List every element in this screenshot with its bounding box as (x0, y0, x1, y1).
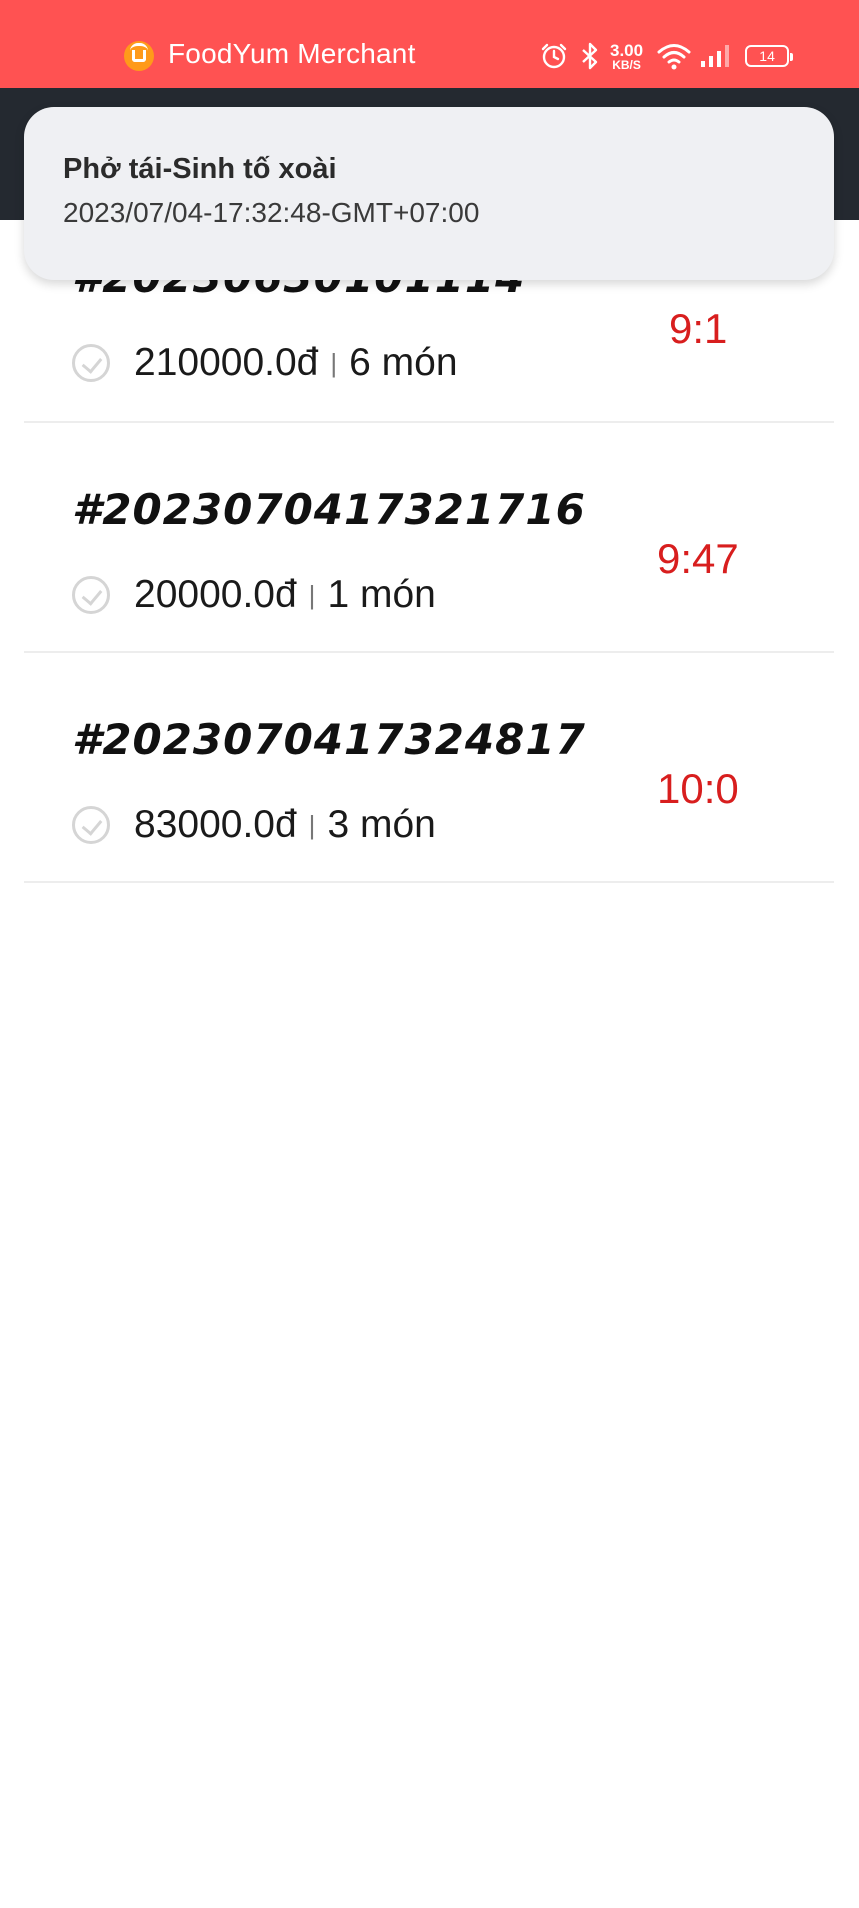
separator: | (330, 347, 338, 378)
network-speed-value: 3.00 (610, 40, 644, 60)
order-id: #2023070417324817 (72, 715, 586, 764)
check-circle-icon (72, 806, 110, 844)
order-timer: 10:0 (657, 765, 739, 812)
order-item-count: 6 món (349, 341, 458, 384)
notification-body: 2023/07/04-17:32:48-GMT+07:00 (63, 197, 480, 228)
order-timer: 9:47 (657, 535, 739, 582)
battery-icon: 14 (745, 45, 794, 67)
order-price: 83000.0đ (134, 803, 297, 846)
order-item-count: 3 món (327, 803, 436, 846)
order-price: 20000.0đ (134, 573, 297, 616)
order-id: #2023070417321716 (72, 485, 586, 534)
notification-title: Phở tái-Sinh tố xoài (63, 153, 337, 185)
check-circle-icon (72, 576, 110, 614)
order-timer: 9:1 (669, 305, 728, 352)
network-speed-unit: KB/S (612, 57, 641, 72)
order-meta: 83000.0đ | 3 món (72, 803, 436, 847)
order-meta: 210000.0đ | 6 món (72, 341, 458, 385)
separator: | (308, 809, 316, 840)
signal-icon (701, 45, 730, 67)
wifi-icon (657, 44, 691, 70)
alarm-icon (541, 43, 567, 69)
notification-banner[interactable]: Phở tái-Sinh tố xoài 2023/07/04-17:32:48… (24, 107, 834, 280)
order-meta: 20000.0đ | 1 món (72, 573, 436, 617)
status-bar: FoodYum Merchant 3.00 KB/S 14 (0, 0, 859, 88)
bluetooth-icon (582, 42, 598, 70)
order-price: 210000.0đ (134, 341, 319, 384)
battery-level: 14 (759, 48, 775, 64)
app-logo-icon (124, 41, 154, 71)
separator: | (308, 579, 316, 610)
order-item[interactable]: #2023070417324817 83000.0đ | 3 món 10:0 (24, 653, 834, 883)
order-item-count: 1 món (327, 573, 436, 616)
status-icons: 3.00 KB/S 14 (540, 36, 794, 76)
order-item[interactable]: #2023070417321716 20000.0đ | 1 món 9:47 (24, 423, 834, 653)
notification-app-name: FoodYum Merchant (168, 38, 416, 69)
check-circle-icon (72, 344, 110, 382)
network-speed: 3.00 KB/S (610, 42, 643, 71)
